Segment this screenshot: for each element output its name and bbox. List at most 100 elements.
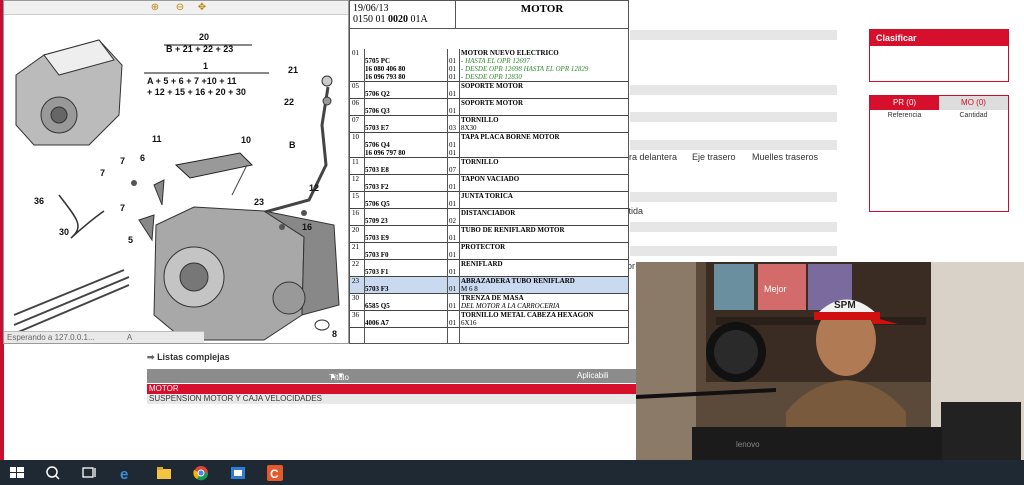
callout-label[interactable]: 21 [288,65,298,75]
part-reference[interactable]: 5706 Q5 [365,200,447,208]
part-description: TUBO DE RENIFLARD MOTOR [461,226,565,234]
section-bar [630,112,837,122]
table-row[interactable]: 23 5703 F3 01 ABRAZADERA TUBO RENIFLARD M 6 … [350,277,628,294]
search-icon[interactable] [44,464,62,482]
table-row[interactable]: 30 6585 Q5 01 TRENZA DE MASA DEL MOTOR A LA … [350,294,628,311]
table-row[interactable]: 22 5703 F1 01 RENIFLARD [350,260,628,277]
store-app-icon[interactable] [229,464,247,482]
table-row[interactable]: 15 5706 Q5 01 JUNTA TORICA [350,192,628,209]
nav-link-rear-springs[interactable]: Muelles traseros [752,152,818,162]
edge-browser-icon[interactable]: e [118,464,136,482]
part-reference[interactable]: 5703 E8 [365,166,447,174]
part-index: 36 [352,311,359,319]
table-row[interactable]: 16 5709 23 02 DISTANCIADOR [350,209,628,226]
part-description: JUNTA TORICA [461,192,513,200]
laptop-brand: lenovo [736,440,760,449]
column-title[interactable]: Título ▲▼ [329,371,349,382]
part-reference[interactable]: 5706 Q3 [365,107,447,115]
callout-label[interactable]: B [289,140,296,150]
table-row[interactable]: 05 5706 Q2 01 SOPORTE MOTOR [350,82,628,99]
part-reference[interactable]: 5703 E9 [365,234,447,242]
table-row[interactable]: 06 5706 Q3 01 SOPORTE MOTOR [350,99,628,116]
list-item[interactable]: MOTOR [147,384,637,394]
part-reference[interactable]: 4006 A7 [365,319,447,327]
table-row[interactable]: 01 5705 PC 16 080 406 80 16 096 793 80 01 01 0… [350,49,628,82]
tab-pr[interactable]: PR (0) [870,96,939,110]
callout-label[interactable]: 6 [140,153,145,163]
task-view-icon[interactable] [80,464,98,482]
column-quantity: Cantidad [959,112,988,119]
table-row[interactable]: 21 5703 F0 01 PROTECTOR [350,243,628,260]
part-quantity: 03 [449,124,456,132]
part-description: PROTECTOR [461,243,506,251]
callout-label[interactable]: 7 [120,203,125,213]
callout-label[interactable]: 7 [100,168,105,178]
parts-table-window: 19/06/13 0150 01 0020 01A MOTOR 01 5705 P… [349,0,629,344]
column-divider [459,49,460,343]
callout-label[interactable]: 12 [309,183,319,193]
part-quantity: 01 [449,200,456,208]
part-quantity: 01 01 01 [449,57,456,81]
part-description: TORNILLO 8X30 [461,116,499,132]
callout-label[interactable]: 23 [254,197,264,207]
screen-recorder-icon[interactable]: C [266,464,284,482]
windows-start-icon[interactable] [8,464,26,482]
nav-link-front-axle[interactable]: ra delantera [629,152,677,162]
callout-label[interactable]: 10 [241,135,251,145]
part-description: DISTANCIADOR [461,209,516,217]
file-explorer-icon[interactable] [155,464,173,482]
parts-header-info: 19/06/13 0150 01 0020 01A [350,1,456,29]
part-index: 01 [352,49,359,57]
section-bar [630,246,837,256]
classify-panel: Clasificar [869,29,1009,82]
chrome-icon[interactable] [192,464,210,482]
callout-label[interactable]: 16 [302,222,312,232]
table-row[interactable]: 20 5703 E9 01 TUBO DE RENIFLARD MOTOR [350,226,628,243]
part-index: 22 [352,260,359,268]
part-quantity: 01 [449,90,456,98]
part-description: SOPORTE MOTOR [461,99,524,107]
callout-label[interactable]: 5 [128,235,133,245]
part-reference[interactable]: 5706 Q2 [365,90,447,98]
arrow-icon: ➡ [147,352,155,362]
part-reference[interactable]: 5703 E7 [365,124,447,132]
part-description: TRENZA DE MASA DEL MOTOR A LA CARROCERIA [461,294,560,310]
part-reference[interactable]: 6585 Q5 [365,302,447,310]
table-row[interactable]: 36 4006 A7 01 TORNILLO METAL CABEZA HEXAGON… [350,311,628,328]
formula-top-sub: B + 21 + 22 + 23 [166,44,234,54]
part-description: TAPON VACIADO [461,175,520,183]
callout-label[interactable]: 30 [59,227,69,237]
part-reference[interactable]: 5703 F2 [365,183,447,191]
section-bar [630,192,837,202]
section-bar [630,222,837,232]
exploded-diagram-window: ⊕ ⊖ ✥ 20 B + 21 + 22 + 23 1 A + 5 + 6 + … [3,0,349,344]
column-applicability[interactable]: Aplicabili [577,371,609,380]
list-item[interactable]: SUSPENSION MOTOR Y CAJA VELOCIDADES [147,394,637,404]
part-reference[interactable]: 5709 23 [365,217,447,225]
column-divider [447,49,448,343]
webcam-overlay: lenovo Mejor SPM [636,262,1024,460]
table-row[interactable]: 07 5703 E7 03 TORNILLO 8X30 [350,116,628,133]
table-row[interactable]: 12 5703 F2 01 TAPON VACIADO [350,175,628,192]
table-row[interactable]: 10 5706 Q4 16 096 797 80 01 01 TAPA PLACA BOR… [350,133,628,158]
nav-link-rear-axle[interactable]: Eje trasero [692,152,736,162]
callout-label[interactable]: 11 [152,134,162,144]
callout-label[interactable]: 7 [120,156,125,166]
callout-label[interactable]: 36 [34,196,44,206]
callout-label[interactable]: 22 [284,97,294,107]
cart-panel: PR (0) MO (0) Referencia Cantidad [869,95,1009,212]
part-reference[interactable]: 5703 F3 [365,285,447,293]
parts-code: 0150 01 0020 01A [353,14,428,25]
part-quantity: 01 01 [449,141,456,157]
callout-label[interactable]: 8 [332,329,337,339]
pan-icon[interactable]: ✥ [196,2,208,14]
zoom-in-icon[interactable]: ⊕ [149,2,161,14]
part-reference[interactable]: 5703 F0 [365,251,447,259]
tab-mo[interactable]: MO (0) [939,96,1008,110]
table-row[interactable]: 11 5703 E8 07 TORNILLO [350,158,628,175]
part-reference[interactable]: 5706 Q4 16 096 797 80 [365,141,447,157]
zoom-out-icon[interactable]: ⊖ [174,2,186,14]
part-reference[interactable]: 5703 F1 [365,268,447,276]
part-reference[interactable]: 5705 PC 16 080 406 80 16 096 793 80 [365,57,447,81]
electric-motor-drawing [15,39,123,146]
